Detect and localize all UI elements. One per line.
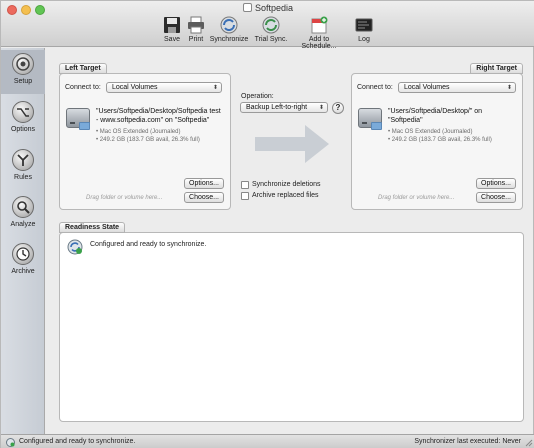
print-label: Print bbox=[188, 36, 204, 43]
sidebar-label-analyze: Analyze bbox=[10, 221, 36, 228]
popup-arrows-icon: ⬍ bbox=[506, 85, 512, 91]
floppy-disk-icon bbox=[164, 17, 180, 33]
popup-arrows-icon: ⬍ bbox=[318, 105, 324, 111]
sidebar: Setup Options Rules Analyze Archive bbox=[1, 48, 45, 434]
sidebar-label-archive: Archive bbox=[11, 268, 35, 275]
trial-sync-button[interactable]: Trial Sync. bbox=[253, 16, 289, 43]
status-message: Configured and ready to synchronize. bbox=[19, 438, 136, 445]
right-volume-name-line-1: "Users/Softpedia/Desktop/" on bbox=[388, 108, 483, 115]
status-sync-icon bbox=[6, 438, 15, 447]
sync-trial-icon bbox=[262, 16, 280, 34]
document-icon bbox=[242, 3, 252, 12]
folder-icon bbox=[371, 122, 382, 130]
left-drag-hint: Drag folder or volume here... bbox=[86, 195, 163, 201]
status-bar: Configured and ready to synchronize. Syn… bbox=[1, 434, 534, 448]
log-button[interactable]: Log bbox=[353, 16, 375, 43]
direction-arrow-icon bbox=[255, 125, 329, 163]
readiness-message: Configured and ready to synchronize. bbox=[90, 241, 207, 248]
right-choose-button[interactable]: Choose... bbox=[476, 192, 516, 203]
printer-icon bbox=[188, 16, 204, 34]
add-to-schedule-button[interactable]: Add to Schedule... bbox=[291, 16, 347, 50]
left-options-button[interactable]: Options... bbox=[184, 178, 224, 189]
calendar-add-icon bbox=[311, 16, 328, 34]
folder-icon bbox=[79, 122, 90, 130]
left-target-panel: Left Target Connect to: Local Volumes ⬍ "… bbox=[59, 63, 231, 210]
right-volume-name: "Users/Softpedia/Desktop/" on "Softpedia… bbox=[388, 107, 522, 125]
right-connect-label: Connect to: bbox=[357, 84, 393, 91]
clock-icon bbox=[12, 243, 34, 265]
toolbar: Softpedia Save Print Synchronize Trial S… bbox=[1, 1, 534, 50]
app-window: Softpedia Save Print Synchronize Trial S… bbox=[0, 0, 534, 448]
left-connect-value: Local Volumes bbox=[112, 84, 158, 91]
add-to-schedule-label: Add to Schedule... bbox=[301, 36, 337, 50]
sidebar-item-archive[interactable]: Archive bbox=[1, 240, 45, 284]
sidebar-item-setup[interactable]: Setup bbox=[1, 50, 45, 94]
log-label: Log bbox=[358, 36, 370, 43]
sync-deletions-label: Synchronize deletions bbox=[252, 181, 321, 188]
operation-select[interactable]: Backup Left-to-right ⬍ bbox=[240, 102, 328, 113]
ready-sync-icon bbox=[67, 239, 83, 255]
right-connect-value: Local Volumes bbox=[404, 84, 450, 91]
synchronize-label: Synchronize bbox=[209, 36, 249, 43]
operation-value: Backup Left-to-right bbox=[246, 104, 308, 111]
right-target-panel: Right Target Connect to: Local Volumes ⬍ … bbox=[351, 63, 523, 210]
left-volume-info: • Mac OS Extended (Journaled) • 249.2 GB… bbox=[96, 128, 230, 144]
left-target-title: Left Target bbox=[59, 63, 107, 74]
sync-deletions-checkbox[interactable] bbox=[241, 181, 249, 189]
popup-arrows-icon: ⬍ bbox=[212, 85, 218, 91]
window-title: Softpedia bbox=[1, 3, 534, 13]
readiness-title: Readiness State bbox=[59, 222, 126, 233]
save-label: Save bbox=[164, 36, 180, 43]
archive-replaced-checkbox[interactable] bbox=[241, 192, 249, 200]
left-volume-name-line-2: - www.softpedia.com" on "Softpedia" bbox=[96, 117, 210, 124]
left-volume-name-line-1: "Users/Softpedia/Desktop/Softpedia test bbox=[96, 108, 221, 115]
sidebar-label-rules: Rules bbox=[14, 174, 32, 181]
archive-replaced-label: Archive replaced files bbox=[252, 192, 319, 199]
right-volume-info: • Mac OS Extended (Journaled) • 249.2 GB… bbox=[388, 128, 522, 144]
print-button[interactable]: Print bbox=[185, 16, 207, 43]
right-volume-format: • Mac OS Extended (Journaled) bbox=[388, 129, 473, 135]
save-button[interactable]: Save bbox=[161, 16, 183, 43]
synchronize-button[interactable]: Synchronize bbox=[209, 16, 249, 43]
resize-grip-icon[interactable] bbox=[525, 439, 533, 447]
readiness-panel: Readiness State Configured and ready to … bbox=[59, 222, 524, 422]
sidebar-label-options: Options bbox=[10, 126, 36, 133]
left-choose-button[interactable]: Choose... bbox=[184, 192, 224, 203]
magnifier-icon bbox=[12, 196, 34, 218]
branch-icon bbox=[12, 149, 34, 171]
sync-icon bbox=[220, 16, 238, 34]
left-volume-capacity: • 249.2 GB (183.7 GB avail, 26.3% full) bbox=[96, 137, 200, 143]
right-drag-hint: Drag folder or volume here... bbox=[378, 195, 455, 201]
operation-label: Operation: bbox=[241, 93, 274, 100]
trial-sync-label: Trial Sync. bbox=[254, 36, 288, 43]
left-volume-format: • Mac OS Extended (Journaled) bbox=[96, 129, 181, 135]
right-options-button[interactable]: Options... bbox=[476, 178, 516, 189]
window-title-text: Softpedia bbox=[254, 3, 294, 13]
log-icon bbox=[355, 18, 373, 32]
last-executed-text: Synchronizer last executed: Never bbox=[414, 438, 521, 445]
sidebar-item-rules[interactable]: Rules bbox=[1, 146, 45, 190]
sidebar-item-analyze[interactable]: Analyze bbox=[1, 193, 45, 237]
right-volume-capacity: • 249.2 GB (183.7 GB avail, 26.3% full) bbox=[388, 137, 492, 143]
right-volume-name-line-2: "Softpedia" bbox=[388, 117, 423, 124]
left-connect-select[interactable]: Local Volumes ⬍ bbox=[106, 82, 222, 93]
sidebar-label-setup: Setup bbox=[13, 78, 33, 85]
help-button[interactable]: ? bbox=[332, 102, 344, 114]
sidebar-item-options[interactable]: Options bbox=[1, 98, 45, 142]
right-connect-select[interactable]: Local Volumes ⬍ bbox=[398, 82, 516, 93]
left-connect-label: Connect to: bbox=[65, 84, 101, 91]
right-target-title: Right Target bbox=[470, 63, 523, 74]
option-key-icon bbox=[12, 101, 34, 123]
target-icon bbox=[12, 53, 34, 75]
left-volume-name: "Users/Softpedia/Desktop/Softpedia test … bbox=[96, 107, 230, 125]
